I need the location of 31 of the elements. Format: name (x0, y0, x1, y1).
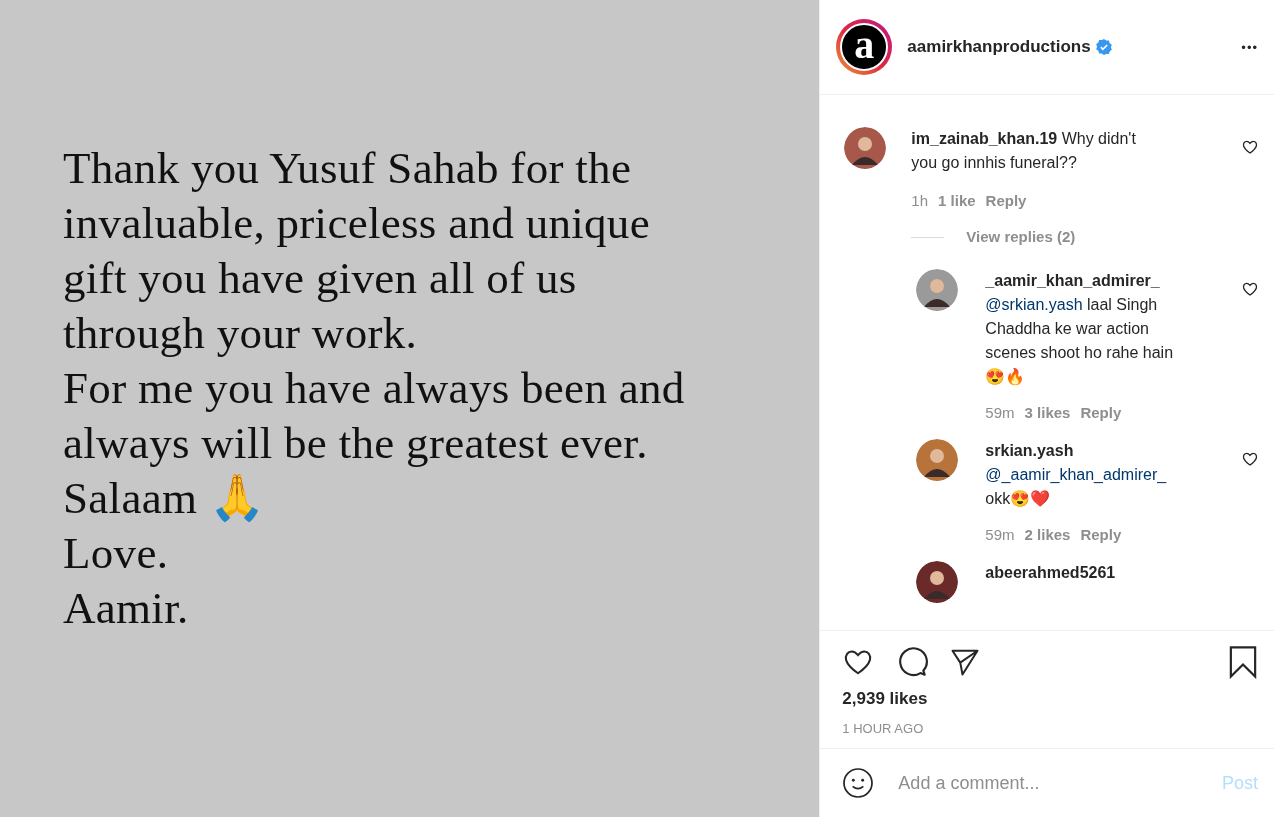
comment-username: srkian.yash (985, 441, 1075, 461)
comment-time: 1h (911, 191, 929, 211)
username-link[interactable]: aamirkhanproductions (907, 37, 1091, 57)
comment-time: 59m (985, 525, 1015, 545)
comment-text: @_aamir_khan_admirer_ okk😍❤ (985, 465, 1168, 509)
view-replies-button[interactable]: View replies (2) (966, 225, 1076, 249)
like-heart-icon[interactable] (1242, 139, 1258, 155)
likes-count[interactable]: 2,939 likes (842, 689, 1258, 709)
reply-button[interactable]: Reply (1080, 523, 1122, 547)
post-time: 1 HOUR AGO (842, 721, 925, 736)
comment-bubble-icon[interactable] (896, 646, 929, 678)
reply-button[interactable]: Reply (1080, 401, 1122, 425)
profile-avatar[interactable]: a (836, 19, 893, 75)
share-send-icon[interactable] (950, 647, 981, 677)
post-caption-text: Thank you Yusuf Sahab for the invaluable, priceless and unique gift you have given all of us through your work. For me you have always been and always will be the greatest ever. Salaam 🙏 Love. Aamir. (62, 142, 685, 635)
more-options-button[interactable]: ••• (1241, 39, 1258, 55)
mention-link[interactable]: @srkian.yash (985, 296, 1083, 313)
comment-time: 59m (985, 403, 1015, 423)
comment-username: abeerahmed5261 (985, 563, 1117, 583)
likes-count-button[interactable]: 1 like (938, 189, 976, 213)
comment-username: _aamir_khan_admirer_ (985, 271, 1161, 291)
comment-text: @srkian.yash laal Singh Chaddha ke war action scenes shoot ho rahe hain 😍🔥 (985, 295, 1175, 387)
emoji-smiley-icon[interactable] (842, 767, 875, 799)
bookmark-icon[interactable] (1228, 645, 1258, 679)
reply-button[interactable]: Reply (985, 189, 1027, 213)
likes-count-button[interactable]: 3 likes (1024, 401, 1071, 425)
like-heart-icon[interactable] (1242, 281, 1258, 297)
likes-count-button[interactable]: 2 likes (1024, 523, 1071, 547)
mention-link[interactable]: @_aamir_khan_admirer_ (985, 466, 1167, 483)
like-heart-icon[interactable] (1242, 451, 1258, 467)
comment-text: im_zainab_khan.19 Why didn't you go innhis funeral?? (911, 129, 1137, 173)
